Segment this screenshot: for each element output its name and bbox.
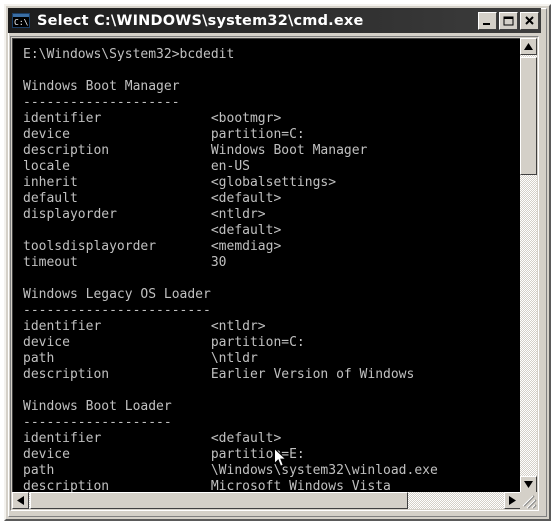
scroll-right-button[interactable] <box>504 492 521 509</box>
title-bar[interactable]: C:\ Select C:\WINDOWS\system32\cmd.exe <box>8 8 541 33</box>
svg-text:C:\: C:\ <box>14 18 29 27</box>
chevron-right-icon <box>509 496 516 505</box>
close-button[interactable] <box>520 11 539 30</box>
vertical-scrollbar-thumb[interactable] <box>520 57 537 175</box>
minimize-icon <box>483 22 490 25</box>
chevron-up-icon <box>524 43 533 50</box>
resize-grip-icon <box>522 495 537 509</box>
chevron-left-icon <box>17 496 24 505</box>
cmd-console-icon[interactable]: C:\ <box>12 13 30 28</box>
console-text: E:\Windows\System32>bcdedit Windows Boot… <box>23 47 438 493</box>
horizontal-scrollbar-thumb[interactable] <box>30 492 408 509</box>
scroll-left-button[interactable] <box>12 492 29 509</box>
resize-grip-area[interactable] <box>520 492 537 509</box>
vertical-scrollbar[interactable] <box>520 38 537 493</box>
cmd-window: C:\ Select C:\WINDOWS\system32\cmd.exe E… <box>4 4 551 521</box>
window-title: Select C:\WINDOWS\system32\cmd.exe <box>37 12 364 29</box>
horizontal-scrollbar[interactable] <box>12 492 521 509</box>
scroll-down-button[interactable] <box>520 476 537 493</box>
close-icon <box>525 15 534 25</box>
maximize-icon <box>503 16 514 25</box>
chevron-down-icon <box>524 481 533 488</box>
console-output-surface[interactable]: E:\Windows\System32>bcdedit Windows Boot… <box>12 38 521 493</box>
console-client-area: E:\Windows\System32>bcdedit Windows Boot… <box>10 36 539 511</box>
scroll-up-button[interactable] <box>520 38 537 55</box>
maximize-button[interactable] <box>499 11 518 30</box>
minimize-button[interactable] <box>478 11 497 30</box>
